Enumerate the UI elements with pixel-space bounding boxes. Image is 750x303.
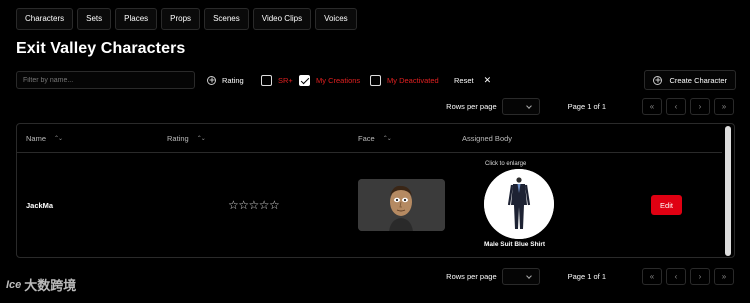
face-thumbnail[interactable] — [358, 179, 445, 231]
assigned-body-thumbnail[interactable] — [484, 169, 554, 239]
rating-filter-button[interactable]: Rating — [207, 71, 244, 89]
top-tabs: Characters Sets Places Props Scenes Vide… — [16, 8, 357, 30]
page-title: Exit Valley Characters — [16, 40, 186, 57]
sr-checkbox-group[interactable]: SR+ — [261, 71, 293, 89]
tab-characters[interactable]: Characters — [16, 8, 74, 30]
plus-circle-icon — [653, 75, 663, 85]
my-creations-label: My Creations — [316, 75, 361, 85]
rows-per-page-select[interactable] — [501, 267, 540, 285]
last-page-icon[interactable]: » — [714, 267, 734, 285]
watermark-logo: Ice — [6, 278, 22, 291]
header-name-label: Name — [26, 134, 47, 143]
header-assigned-body: Assigned Body — [462, 134, 512, 143]
prev-page-icon[interactable]: ‹ — [666, 97, 686, 115]
close-icon: ✕ — [483, 74, 492, 85]
watermark: Ice 大数跨境 — [6, 275, 76, 294]
header-assigned-body-label: Assigned Body — [462, 134, 513, 143]
pagination-bottom: Rows per page Page 1 of 1 « ‹ › » — [446, 267, 734, 285]
tab-video-clips[interactable]: Video Clips — [252, 8, 312, 30]
edit-button[interactable]: Edit — [651, 195, 682, 215]
first-page-icon[interactable]: « — [642, 267, 662, 285]
assigned-body-name: Male Suit Blue Shirt — [484, 241, 546, 248]
tab-props[interactable]: Props — [161, 8, 201, 30]
tab-sets[interactable]: Sets — [77, 8, 112, 30]
next-page-icon[interactable]: › — [690, 267, 710, 285]
tab-scenes[interactable]: Scenes — [204, 8, 249, 30]
rating-stars[interactable]: ☆☆☆☆☆ — [228, 198, 280, 212]
face-image — [358, 179, 445, 231]
header-face[interactable]: Face ⌃⌄ — [358, 134, 392, 143]
tab-places[interactable]: Places — [115, 8, 158, 30]
reset-button[interactable]: Reset ✕ — [454, 71, 491, 89]
reset-label: Reset — [454, 75, 474, 85]
rows-per-page-select[interactable] — [501, 97, 540, 115]
header-rating[interactable]: Rating ⌃⌄ — [167, 134, 206, 143]
sort-icon: ⌃⌄ — [196, 136, 206, 142]
page-indicator: Page 1 of 1 — [567, 101, 606, 111]
sr-checkbox[interactable] — [261, 74, 272, 86]
my-deactivated-checkbox-group[interactable]: My Deactivated — [370, 71, 439, 89]
my-creations-checkbox-group[interactable]: My Creations — [299, 71, 360, 89]
pagination-top: Rows per page Page 1 of 1 « ‹ › » — [446, 97, 734, 115]
sort-icon: ⌃⌄ — [382, 136, 392, 142]
click-to-enlarge-hint: Click to enlarge — [485, 161, 527, 167]
scrollbar[interactable] — [725, 126, 731, 256]
header-divider — [17, 152, 722, 153]
watermark-text: 大数跨境 — [24, 278, 77, 293]
filter-input[interactable] — [16, 71, 195, 89]
sr-label: SR+ — [278, 75, 293, 85]
my-deactivated-label: My Deactivated — [387, 75, 439, 85]
first-page-icon[interactable]: « — [642, 97, 662, 115]
character-name: JackMa — [26, 201, 54, 210]
rows-per-page-label: Rows per page — [446, 101, 497, 111]
create-character-button[interactable]: Create Character — [644, 70, 736, 90]
my-deactivated-checkbox[interactable] — [370, 74, 381, 86]
body-image — [484, 169, 554, 239]
rows-per-page-label: Rows per page — [446, 271, 497, 281]
header-name[interactable]: Name ⌃⌄ — [26, 134, 63, 143]
my-creations-checkbox[interactable] — [299, 74, 310, 86]
header-rating-label: Rating — [167, 134, 189, 143]
next-page-icon[interactable]: › — [690, 97, 710, 115]
plus-circle-icon — [207, 75, 216, 85]
header-face-label: Face — [358, 134, 375, 143]
last-page-icon[interactable]: » — [714, 97, 734, 115]
rating-label: Rating — [222, 75, 244, 85]
tab-voices[interactable]: Voices — [315, 8, 357, 30]
sort-icon: ⌃⌄ — [54, 136, 63, 142]
prev-page-icon[interactable]: ‹ — [666, 267, 686, 285]
characters-table: Name ⌃⌄ Rating ⌃⌄ Face ⌃⌄ Assigned Body … — [16, 123, 735, 258]
create-character-label: Create Character — [669, 75, 727, 85]
page-indicator: Page 1 of 1 — [567, 271, 606, 281]
